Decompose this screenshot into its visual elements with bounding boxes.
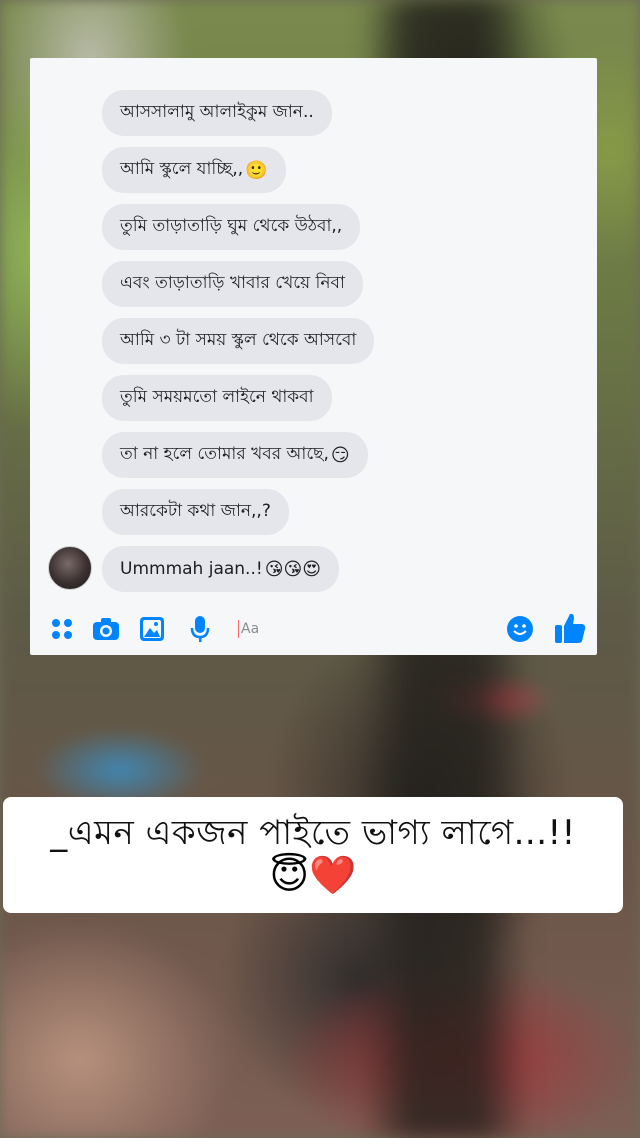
message-text: তা না হলে তোমার খবর আছে, — [120, 444, 329, 464]
message-text: তুমি সময়মতো লাইনে থাকবা — [120, 387, 314, 407]
gallery-icon[interactable] — [138, 615, 166, 643]
message-bubble[interactable]: আমি ৩ টা সময় স্কুল থেকে আসবো — [102, 318, 375, 364]
message-text: আমি ৩ টা সময় স্কুল থেকে আসবো — [120, 330, 357, 350]
chat-screenshot: আসসালামু আলাইকুম জান.. আমি স্কুলে যাচ্ছি… — [30, 58, 597, 655]
like-icon[interactable] — [552, 610, 588, 646]
message-bubble[interactable]: তুমি তাড়াতাড়ি ঘুম থেকে উঠবা,, — [102, 204, 361, 250]
text-cursor — [238, 620, 239, 638]
message-text: এবং তাড়াতাড়ি খাবার খেয়ে নিবা — [120, 273, 345, 293]
sender-avatar[interactable] — [48, 546, 92, 590]
message-text: আরকেটা কথা জান,,? — [120, 501, 271, 521]
message-bubble[interactable]: এবং তাড়াতাড়ি খাবার খেয়ে নিবা — [102, 261, 363, 307]
camera-icon[interactable] — [92, 615, 120, 643]
message-input-placeholder: Aa — [241, 621, 260, 637]
apps-icon[interactable] — [48, 615, 76, 643]
message-text: তুমি তাড়াতাড়ি ঘুম থেকে উঠবা,, — [120, 216, 343, 236]
message-text: আমি স্কুলে যাচ্ছি,, — [120, 159, 244, 179]
message-composer: Aa — [30, 606, 597, 652]
message-input[interactable]: Aa — [230, 612, 510, 646]
caption-banner: _এমন একজন পাইতে ভাগ্য লাগে...!! 😇❤️ — [3, 797, 623, 913]
emoji-icon[interactable] — [506, 615, 534, 643]
message-text: আসসালামু আলাইকুম জান.. — [120, 102, 314, 122]
message-bubble[interactable]: তা না হলে তোমার খবর আছে, 😏 — [102, 432, 368, 478]
message-bubble[interactable]: আমি স্কুলে যাচ্ছি,, 🙂 — [102, 147, 286, 193]
message-text: Ummmah jaan..! — [120, 559, 263, 579]
message-bubble[interactable]: আসসালামু আলাইকুম জান.. — [102, 90, 332, 136]
message-bubble[interactable]: Ummmah jaan..! 😘😘😍 — [102, 546, 339, 592]
smirk-emoji: 😏 — [330, 444, 350, 466]
message-bubble[interactable]: তুমি সময়মতো লাইনে থাকবা — [102, 375, 332, 421]
message-bubble[interactable]: আরকেটা কথা জান,,? — [102, 489, 289, 535]
microphone-icon[interactable] — [186, 615, 214, 643]
kiss-emoji: 😘😘😍 — [264, 558, 321, 580]
caption-emojis: 😇❤️ — [269, 853, 357, 897]
smile-emoji: 🙂 — [245, 159, 268, 181]
